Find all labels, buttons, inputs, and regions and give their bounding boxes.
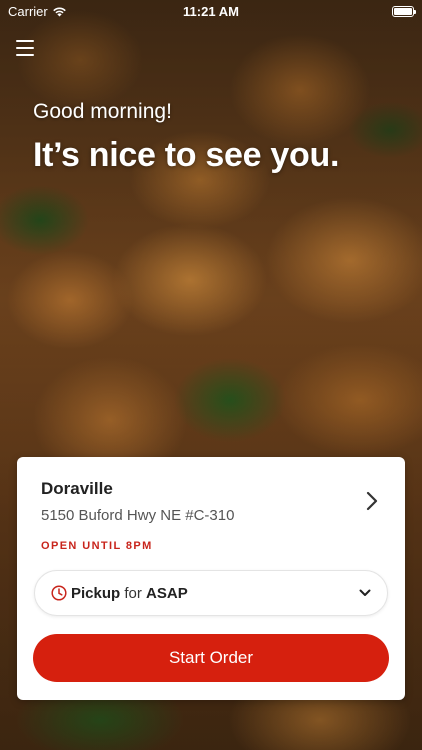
order-method-label: Pickup for ASAP xyxy=(71,585,359,602)
greeting-subtitle: Good morning! xyxy=(33,100,172,123)
location-selector[interactable]: Doraville 5150 Buford Hwy NE #C-310 xyxy=(41,479,385,529)
location-address: 5150 Buford Hwy NE #C-310 xyxy=(41,507,235,524)
battery-icon xyxy=(392,5,416,17)
order-method-dropdown[interactable]: Pickup for ASAP xyxy=(34,570,388,616)
order-time: ASAP xyxy=(146,584,188,602)
order-connector: for xyxy=(124,584,142,602)
hamburger-menu-icon[interactable] xyxy=(16,40,34,56)
greeting-title: It’s nice to see you. xyxy=(33,136,340,174)
status-bar: Carrier 11:21 AM xyxy=(0,0,422,22)
carrier-label: Carrier xyxy=(8,3,48,19)
order-method: Pickup xyxy=(71,584,121,602)
chevron-down-icon xyxy=(359,589,371,596)
open-status-badge: OPEN UNTIL 8PM xyxy=(41,540,153,552)
location-card: Doraville 5150 Buford Hwy NE #C-310 OPEN… xyxy=(17,457,405,700)
clock-icon xyxy=(51,585,67,601)
chevron-right-icon xyxy=(366,491,378,511)
start-order-button[interactable]: Start Order xyxy=(33,634,389,682)
wifi-icon xyxy=(52,6,66,16)
location-name: Doraville xyxy=(41,479,113,498)
